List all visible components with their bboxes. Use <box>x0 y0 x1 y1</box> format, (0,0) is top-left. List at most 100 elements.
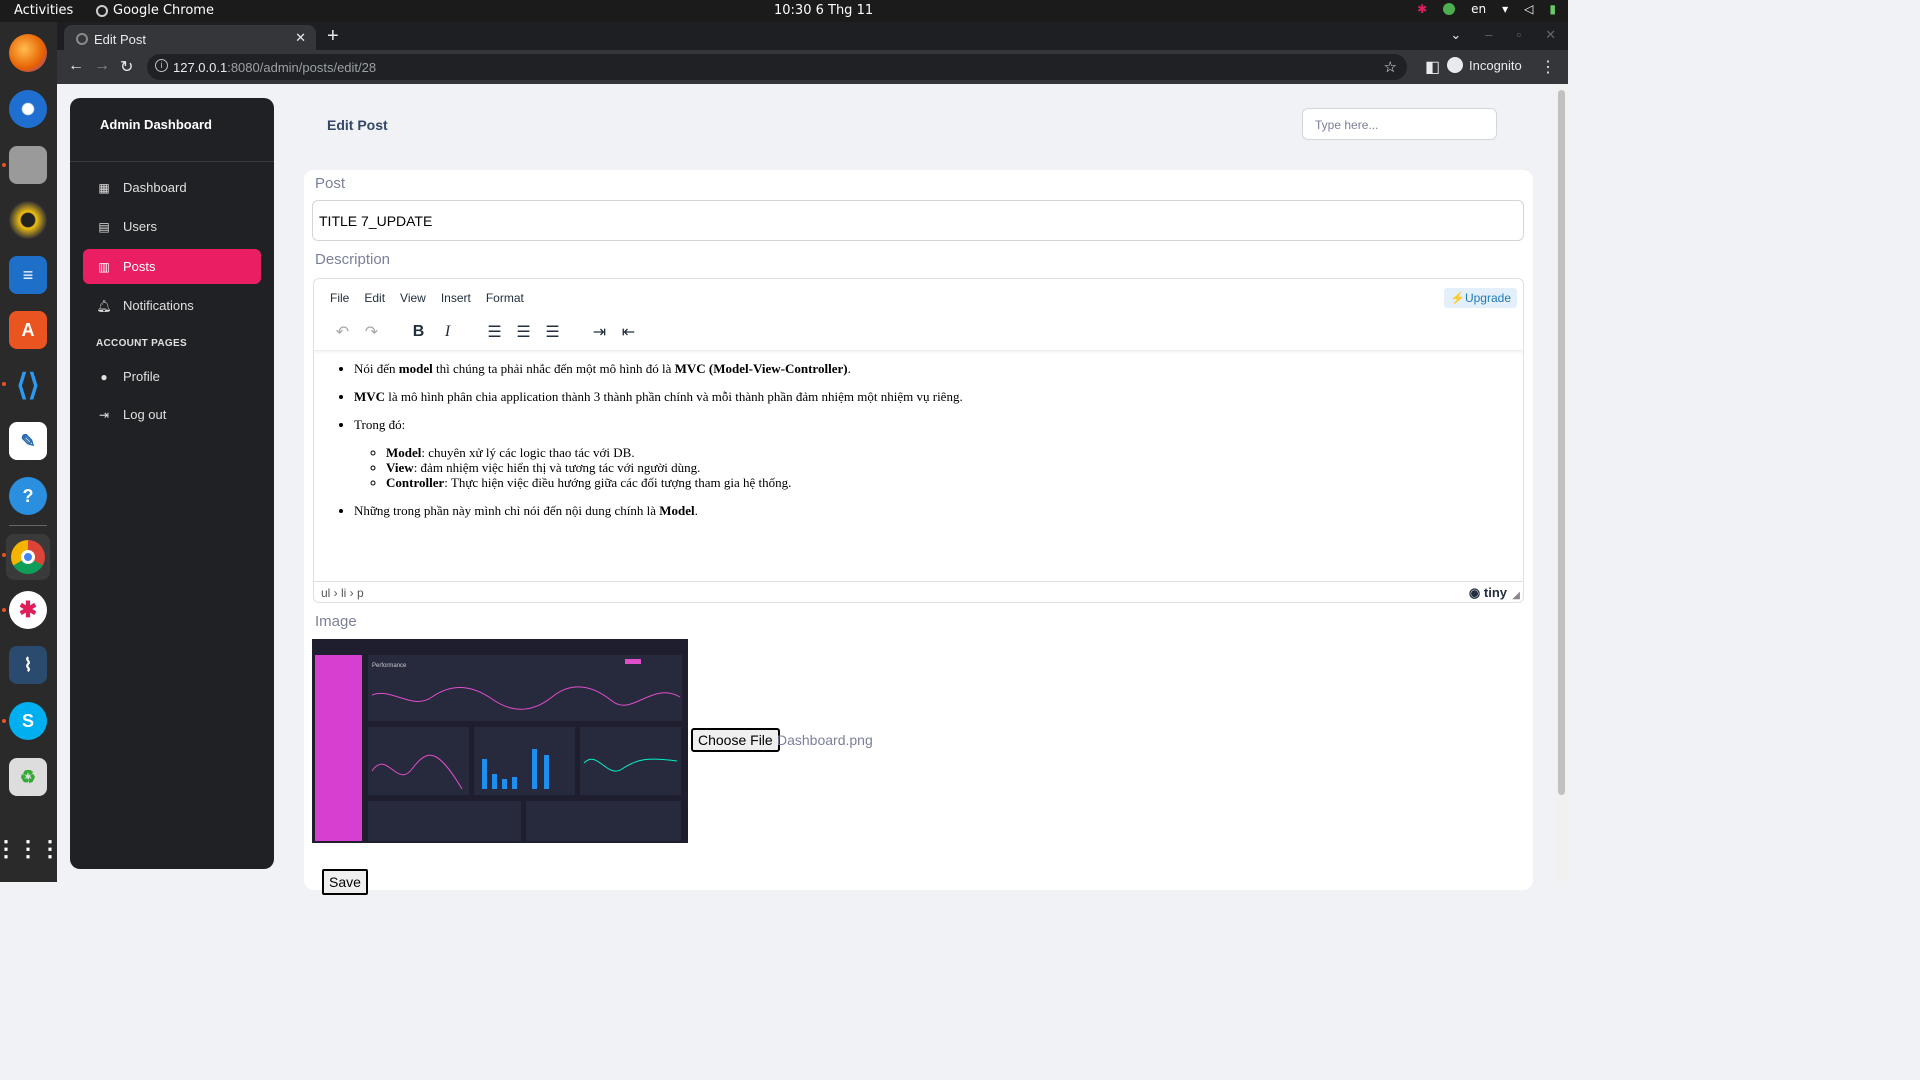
editor-menu-file[interactable]: File <box>330 291 349 305</box>
firefox-icon[interactable] <box>9 34 47 72</box>
image-preview: Performance <box>312 639 688 843</box>
rich-text-editor: File Edit View Insert Format ⚡Upgrade ↶ … <box>313 278 1524 603</box>
window-controls: ⌄ – ▫ ✕ <box>1450 27 1556 43</box>
align-center-icon[interactable]: ☰ <box>509 322 538 342</box>
sidebar-item-label: Log out <box>123 407 167 422</box>
sidebar-item-label: Dashboard <box>123 180 187 195</box>
reload-icon[interactable]: ↻ <box>120 57 133 77</box>
files-icon[interactable] <box>9 146 47 184</box>
sidebar-item-notifications[interactable]: 🔔︎ Notifications <box>83 288 261 323</box>
bell-icon: 🔔︎ <box>96 298 112 313</box>
bookmark-star-icon[interactable]: ☆ <box>1384 58 1397 76</box>
sidebar-item-label: Profile <box>123 369 160 384</box>
edit-post-card: Post TITLE 7_UPDATE Description File Edi… <box>304 170 1533 895</box>
new-tab-button[interactable]: + <box>327 25 339 48</box>
redo-icon[interactable]: ↷ <box>357 322 386 342</box>
forward-icon[interactable]: → <box>94 57 110 75</box>
maximize-icon[interactable]: ▫ <box>1516 27 1521 43</box>
incognito-label: Incognito <box>1469 57 1522 73</box>
show-apps-icon[interactable]: ⋮⋮⋮ <box>0 830 61 868</box>
page-scrollbar[interactable] <box>1555 84 1568 882</box>
browser-menu-icon[interactable]: ⋮ <box>1540 57 1556 77</box>
list-item: Những trong phần này mình chỉ nói đến nộ… <box>354 504 963 518</box>
sub-list: Model: chuyên xử lý các logic thao tác v… <box>386 446 963 490</box>
save-button[interactable]: Save <box>322 869 368 895</box>
tab-favicon-icon <box>76 33 88 45</box>
vscode-icon[interactable]: ⟨⟩ <box>9 366 47 404</box>
title-input[interactable]: TITLE 7_UPDATE <box>312 200 1524 241</box>
sidebar-item-profile[interactable]: ● Profile <box>83 359 261 394</box>
incognito-icon <box>1447 57 1463 73</box>
list-item: View: đảm nhiệm việc hiển thị và tương t… <box>386 461 963 475</box>
undo-icon[interactable]: ↶ <box>328 322 357 342</box>
app-menu[interactable]: Google Chrome <box>96 3 214 18</box>
close-window-icon[interactable]: ✕ <box>1545 27 1556 43</box>
post-label: Post <box>315 175 346 192</box>
resize-handle-icon[interactable]: ◢ <box>1512 590 1520 601</box>
side-panel-icon[interactable]: ◧ <box>1425 57 1440 77</box>
rhythmbox-icon[interactable] <box>9 201 47 239</box>
scrollbar-thumb[interactable] <box>1558 90 1565 795</box>
mysql-workbench-icon[interactable]: ⌇ <box>9 646 47 684</box>
receipt-icon: ▥ <box>98 259 110 274</box>
site-info-icon[interactable]: i <box>155 59 168 72</box>
trash-icon[interactable]: ♻ <box>9 758 47 796</box>
incognito-indicator[interactable]: Incognito <box>1447 57 1522 73</box>
italic-icon[interactable]: I <box>433 323 462 341</box>
align-right-icon[interactable]: ☰ <box>538 322 567 342</box>
editor-menu-view[interactable]: View <box>400 291 426 305</box>
choose-file-button[interactable]: Choose File <box>691 728 780 752</box>
description-label: Description <box>315 251 391 268</box>
system-tray[interactable]: ✱ en ▾ ◁ ▮ <box>1417 2 1556 16</box>
editor-content[interactable]: Nói đến model thì chúng ta phải nhắc đến… <box>314 350 1523 580</box>
editor-menu-format[interactable]: Format <box>486 291 524 305</box>
minimize-icon[interactable]: – <box>1485 27 1492 43</box>
sidebar-item-label: Posts <box>123 259 156 274</box>
clock[interactable]: 10:30 6 Thg 11 <box>774 3 873 18</box>
search-input[interactable]: Type here... <box>1302 108 1497 140</box>
activities-button[interactable]: Activities <box>14 3 73 18</box>
editor-statusbar: ul › li › p ◉ tiny ◢ <box>314 581 1523 603</box>
tab-search-icon[interactable]: ⌄ <box>1450 27 1461 43</box>
sidebar-item-logout[interactable]: ⇥ Log out <box>83 397 261 432</box>
tab-close-icon[interactable]: ✕ <box>295 30 306 46</box>
content-list: Nói đến model thì chúng ta phải nhắc đến… <box>354 362 963 532</box>
tiny-logo[interactable]: ◉ tiny <box>1469 585 1507 601</box>
slack-icon[interactable]: ✱ <box>9 591 47 629</box>
battery-icon: ▮ <box>1549 2 1556 16</box>
page-viewport: Admin Dashboard ▦ Dashboard ▤ Users ▥ Po… <box>57 84 1555 895</box>
sidebar-brand[interactable]: Admin Dashboard <box>100 117 212 132</box>
editor-menubar: File Edit View Insert Format <box>330 291 524 305</box>
browser-toolbar: ← → ↻ i 127.0.0.1:8080/admin/posts/edit/… <box>57 50 1568 84</box>
indent-icon[interactable]: ⇥ <box>585 322 614 342</box>
list-item: Trong đó: Model: chuyên xử lý các logic … <box>354 418 963 490</box>
editor-menu-edit[interactable]: Edit <box>364 291 385 305</box>
text-editor-icon[interactable]: ✎ <box>9 422 47 460</box>
sidebar-item-label: Users <box>123 219 157 234</box>
language-indicator[interactable]: en <box>1471 2 1486 16</box>
editor-menu-insert[interactable]: Insert <box>441 291 471 305</box>
sidebar-item-posts[interactable]: ▥ Posts <box>83 249 261 284</box>
sidebar-item-dashboard[interactable]: ▦ Dashboard <box>83 170 261 205</box>
outdent-icon[interactable]: ⇤ <box>614 322 643 342</box>
back-icon[interactable]: ← <box>68 57 84 75</box>
chrome-icon[interactable] <box>6 534 50 580</box>
preview-chart-title: Performance <box>372 663 407 669</box>
element-path[interactable]: ul › li › p <box>321 586 364 600</box>
software-center-icon[interactable]: A <box>9 311 47 349</box>
help-icon[interactable]: ? <box>9 477 47 515</box>
align-left-icon[interactable]: ☰ <box>480 322 509 342</box>
list-item: MVC là mô hình phân chia application thà… <box>354 390 963 404</box>
wifi-icon: ▾ <box>1502 2 1509 16</box>
dock-separator <box>9 525 47 526</box>
address-bar[interactable]: i 127.0.0.1:8080/admin/posts/edit/28 ☆ <box>147 54 1407 80</box>
thunderbird-icon[interactable] <box>9 90 47 128</box>
upgrade-button[interactable]: ⚡Upgrade <box>1444 288 1517 308</box>
dashboard-screenshot: Performance <box>312 639 688 843</box>
skype-icon[interactable]: S <box>9 702 47 740</box>
writer-icon[interactable]: ≡ <box>9 256 47 294</box>
page-title: Edit Post <box>327 117 388 133</box>
browser-tab[interactable]: Edit Post ✕ <box>64 25 316 50</box>
sidebar-item-users[interactable]: ▤ Users <box>83 209 261 244</box>
bold-icon[interactable]: B <box>404 323 433 341</box>
